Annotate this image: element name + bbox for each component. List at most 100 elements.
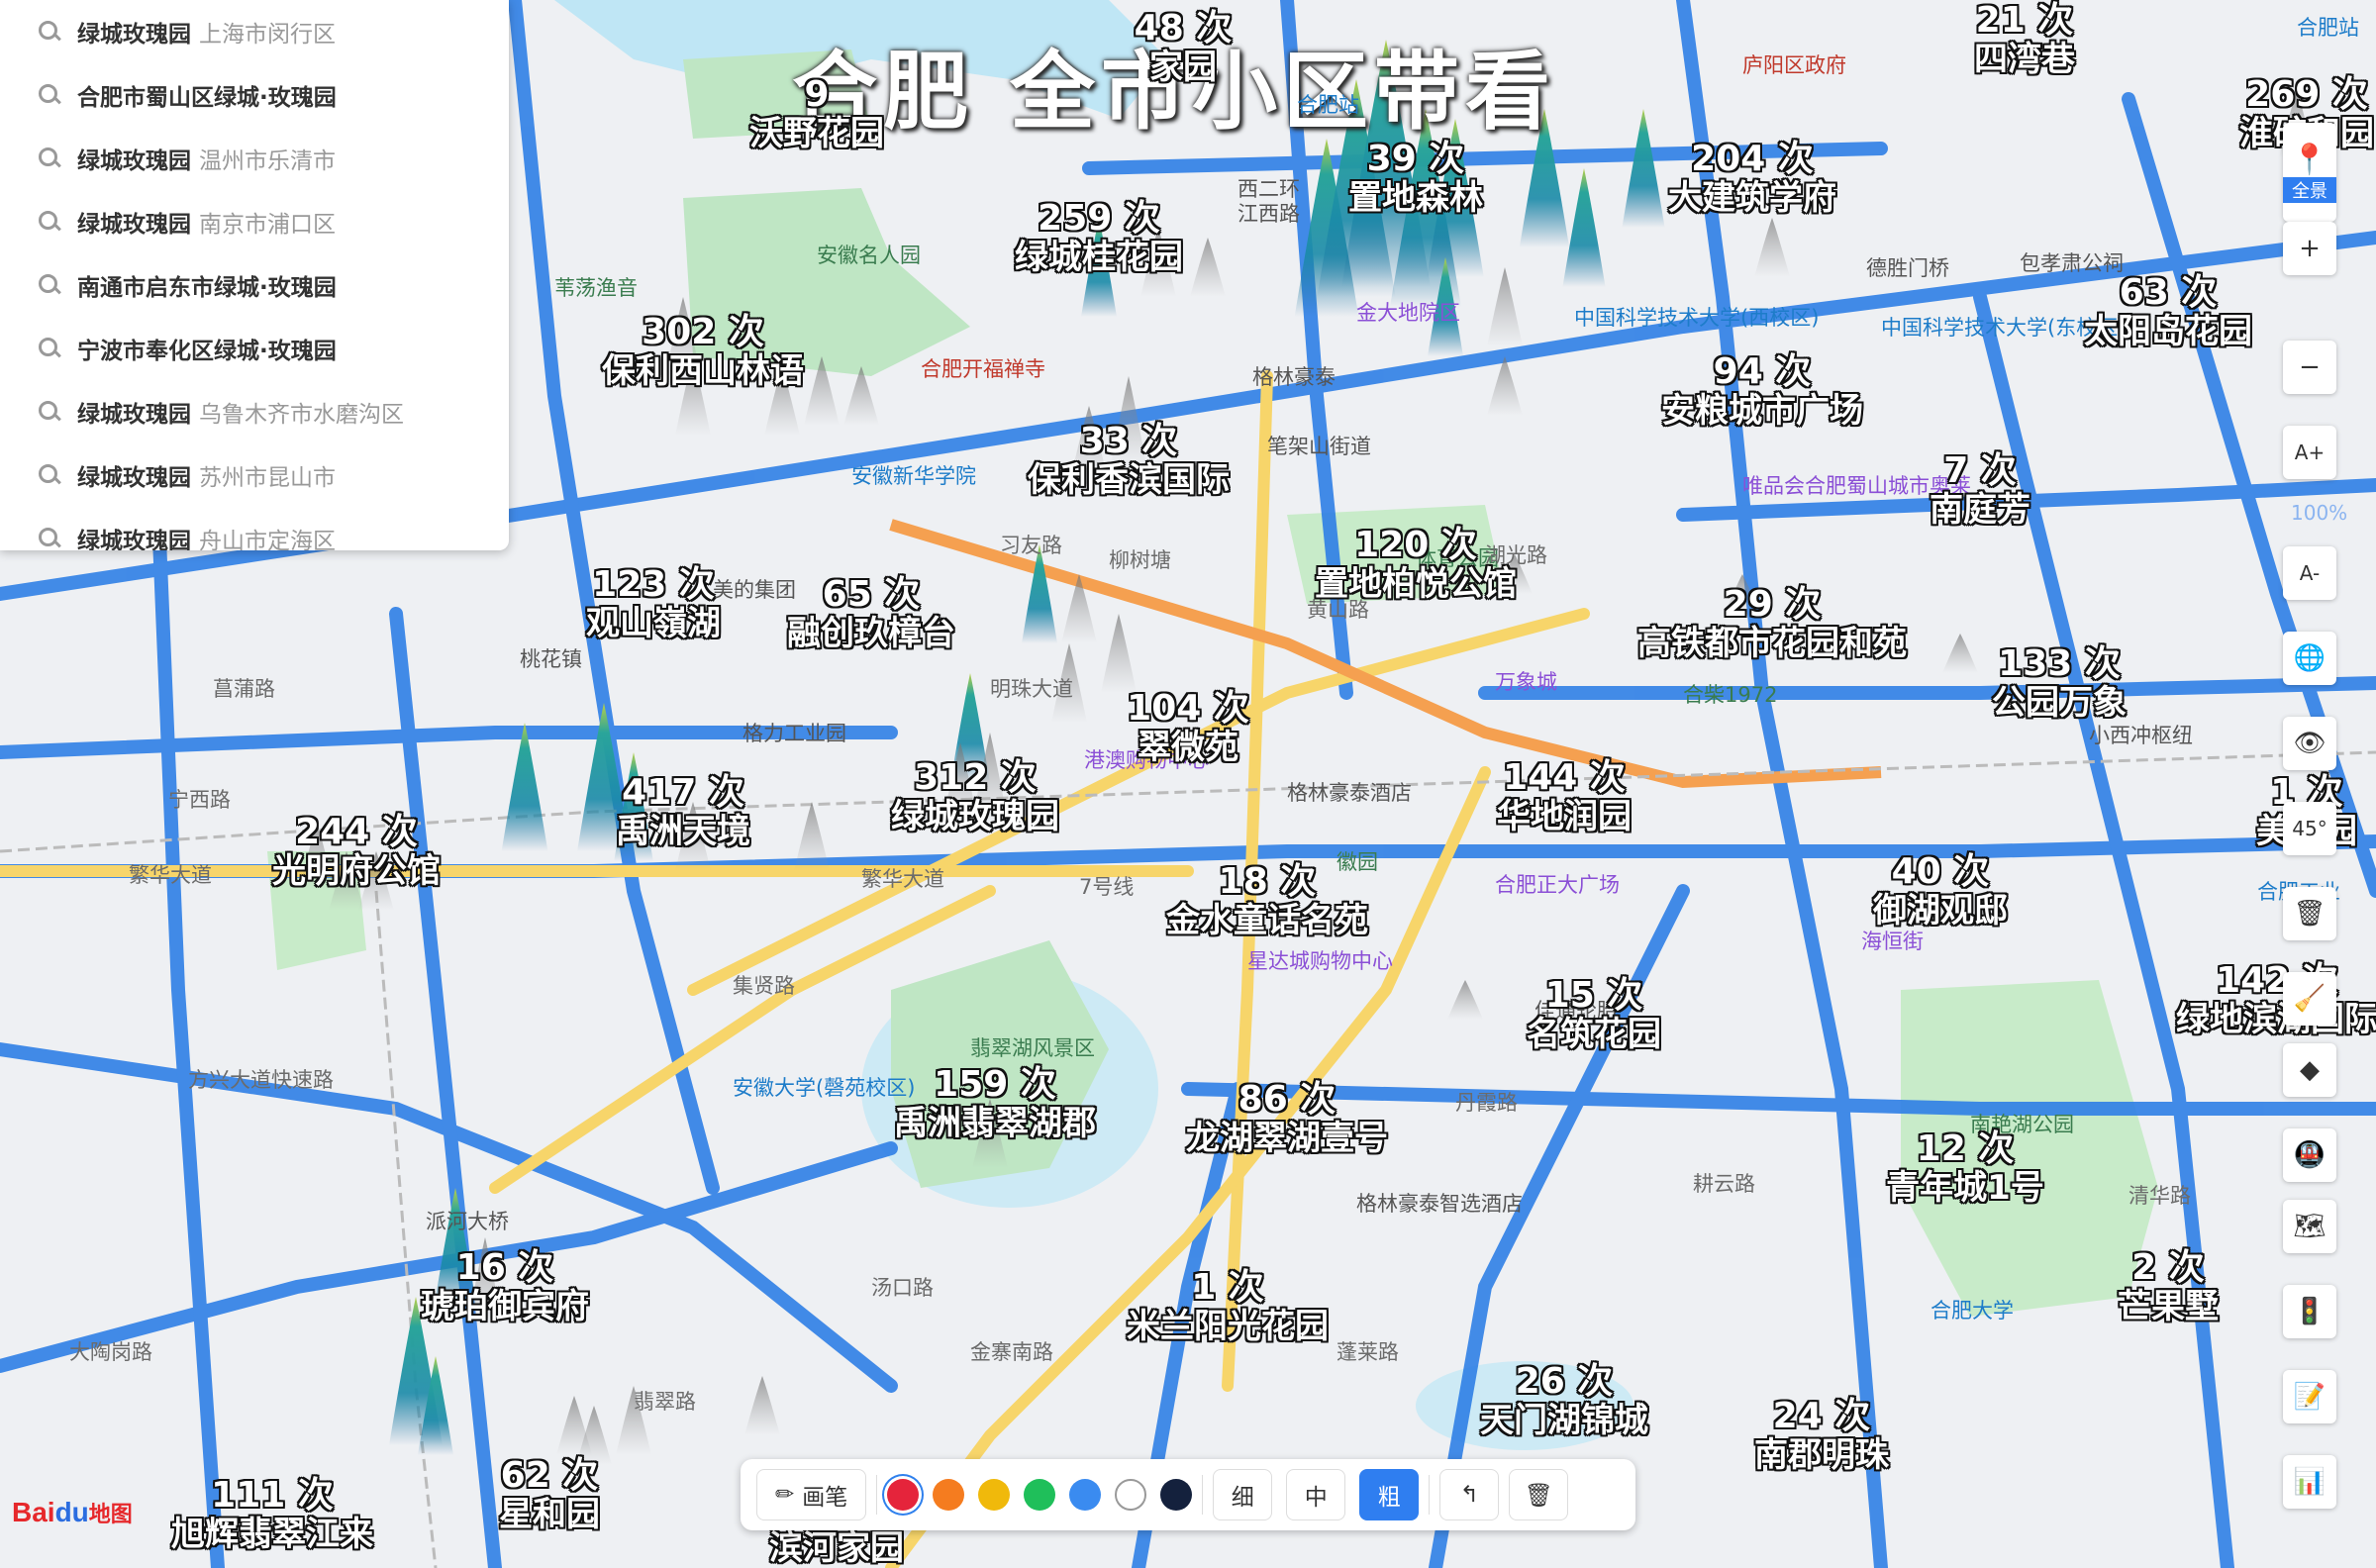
stroke-width-button[interactable]: 中 xyxy=(1286,1469,1346,1520)
font-increase-button[interactable]: A+ xyxy=(2283,426,2336,479)
poi-label[interactable]: 合肥大学 xyxy=(1930,1295,2014,1324)
poi-label[interactable]: 中国科学技术大学(西校区) xyxy=(1574,302,1819,332)
community-label[interactable]: 244 次光明府公馆 xyxy=(272,812,441,891)
color-swatch[interactable] xyxy=(887,1479,920,1511)
community-label[interactable]: 15 次名筑花园 xyxy=(1527,975,1661,1054)
subway-icon[interactable]: 🚇 xyxy=(2283,1128,2336,1182)
suggestion-item[interactable]: 宁波市奉化区绿城·玫瑰园 xyxy=(0,317,509,380)
pen-button[interactable]: ✏ 画笔 xyxy=(756,1469,867,1520)
community-label[interactable]: 133 次公园万象 xyxy=(1992,643,2127,723)
community-label[interactable]: 312 次绿城玫瑰园 xyxy=(891,757,1059,836)
community-label[interactable]: 7 次南庭芳 xyxy=(1930,450,2030,530)
community-label[interactable]: 144 次华地润园 xyxy=(1497,757,1632,836)
poi-label[interactable]: 苇荡渔音 xyxy=(554,272,638,302)
community-label[interactable]: 204 次大建筑学府 xyxy=(1668,139,1836,218)
suggestion-item[interactable]: 南通市启东市绿城·玫瑰园 xyxy=(0,253,509,317)
poi-label[interactable]: 合肥开福禅寺 xyxy=(921,353,1045,383)
community-label[interactable]: 111 次旭辉翡翠江来 xyxy=(171,1475,373,1554)
community-label[interactable]: 120 次置地柏悦公馆 xyxy=(1315,525,1517,604)
poi-label[interactable]: 格林豪泰 xyxy=(1252,361,1336,391)
community-label[interactable]: 16 次琥珀御宾府 xyxy=(421,1247,589,1326)
community-label[interactable]: 86 次龙湖翠湖壹号 xyxy=(1186,1079,1388,1158)
poi-label[interactable]: 合肥站 xyxy=(2297,12,2359,42)
community-label[interactable]: 48 次家园 xyxy=(1135,8,1233,87)
full-view-button[interactable]: 📍 全景 xyxy=(2283,123,2336,222)
poi-label[interactable]: 安徽大学(磬苑校区) xyxy=(733,1072,915,1102)
community-label[interactable]: 65 次融创玖樟台 xyxy=(787,574,955,653)
community-label[interactable]: 123 次观山嶺湖 xyxy=(586,564,721,643)
community-label[interactable]: 18 次金水童话名苑 xyxy=(1166,861,1368,940)
color-swatch[interactable] xyxy=(1024,1479,1056,1511)
community-label[interactable]: 29 次高铁都市花园和苑 xyxy=(1637,584,1907,663)
poi-label[interactable]: 格力工业园 xyxy=(742,718,846,747)
community-label[interactable]: 94 次安粮城市广场 xyxy=(1661,351,1863,431)
brush-icon[interactable]: 🧹 xyxy=(2283,972,2336,1026)
community-label[interactable]: 21 次四湾巷 xyxy=(1974,0,2075,79)
community-label[interactable]: 33 次保利香滨国际 xyxy=(1028,421,1230,500)
poi-label[interactable]: 合柴1972 xyxy=(1683,679,1777,709)
traffic-light-icon[interactable]: 🚦 xyxy=(2283,1285,2336,1338)
poi-label[interactable]: 合肥正大广场 xyxy=(1495,869,1620,899)
community-label[interactable]: 302 次保利西山林语 xyxy=(602,312,804,391)
poi-label[interactable]: 江西路 xyxy=(1238,198,1300,228)
poi-label[interactable]: 小西冲枢纽 xyxy=(2089,720,2193,749)
community-label[interactable]: 24 次南郡明珠 xyxy=(1754,1396,1889,1475)
suggestion-item[interactable]: 绿城玫瑰园 乌鲁木齐市水磨沟区 xyxy=(0,380,509,443)
layers-icon[interactable]: ◆ xyxy=(2283,1043,2336,1097)
font-decrease-button[interactable]: A- xyxy=(2283,546,2336,600)
poi-label[interactable]: 德胜门桥 xyxy=(1866,252,1949,282)
community-label[interactable]: 39 次置地森林 xyxy=(1348,139,1483,218)
suggestion-item[interactable]: 绿城玫瑰园 南京市浦口区 xyxy=(0,190,509,253)
suggestion-item[interactable]: 绿城玫瑰园 温州市乐清市 xyxy=(0,127,509,190)
community-label[interactable]: 417 次禹洲天境 xyxy=(616,772,750,851)
color-swatch[interactable] xyxy=(933,1479,965,1511)
community-label[interactable]: 62 次星和园 xyxy=(499,1455,600,1534)
poi-label[interactable]: 万象城 xyxy=(1495,666,1557,696)
poi-label[interactable]: 派河大桥 xyxy=(426,1206,509,1235)
globe-icon[interactable]: 🌐 xyxy=(2283,632,2336,685)
community-label[interactable]: 2 次芒果墅 xyxy=(2118,1247,2219,1326)
community-label[interactable]: 40 次御湖观邸 xyxy=(1873,851,2008,931)
poi-label[interactable]: 金大地院区 xyxy=(1356,297,1460,327)
poi-label[interactable]: 笔架山街道 xyxy=(1267,431,1371,460)
poi-label[interactable]: 格林豪泰智选酒店 xyxy=(1356,1188,1523,1218)
community-label[interactable]: 159 次禹洲翡翠湖郡 xyxy=(894,1064,1096,1143)
undo-icon[interactable]: ↰ xyxy=(1439,1469,1500,1520)
suggestion-item[interactable]: 绿城玫瑰园 苏州市昆山市 xyxy=(0,443,509,507)
color-swatch[interactable] xyxy=(1160,1479,1193,1511)
color-swatch[interactable] xyxy=(978,1479,1011,1511)
notes-icon[interactable]: 📝 xyxy=(2283,1370,2336,1423)
community-label[interactable]: 滨河家园 xyxy=(769,1528,904,1568)
suggestion-item[interactable]: 绿城玫瑰园 舟山市定海区 xyxy=(0,507,509,550)
poi-label[interactable]: 安徽名人园 xyxy=(817,240,921,269)
community-label[interactable]: 1 次米兰阳光花园 xyxy=(1127,1267,1329,1346)
trash-icon[interactable]: 🗑 xyxy=(2283,887,2336,940)
poi-label[interactable]: 桃花镇 xyxy=(520,643,582,673)
poi-label[interactable]: 美的集团 xyxy=(713,574,796,604)
clear-icon[interactable]: 🗑 xyxy=(1509,1469,1569,1520)
poi-label[interactable]: 星达城购物中心 xyxy=(1247,945,1393,975)
community-label[interactable]: 26 次天门湖锦城 xyxy=(1480,1361,1648,1440)
community-label[interactable]: 104 次翠微苑 xyxy=(1127,688,1249,767)
stroke-width-button[interactable]: 粗 xyxy=(1359,1469,1420,1520)
suggestion-item[interactable]: 合肥市蜀山区绿城·玫瑰园 xyxy=(0,63,509,127)
stroke-width-button[interactable]: 细 xyxy=(1213,1469,1273,1520)
tilt-button[interactable]: 45° xyxy=(2283,802,2336,855)
poi-label[interactable]: 庐阳区政府 xyxy=(1742,49,1846,79)
satellite-icon[interactable]: 🗺 xyxy=(2283,1200,2336,1253)
poi-label[interactable]: 格林豪泰酒店 xyxy=(1287,777,1412,807)
zoom-in-button[interactable]: + xyxy=(2283,222,2336,275)
suggestion-item[interactable]: 绿城玫瑰园 上海市闵行区 xyxy=(0,0,509,63)
community-label[interactable]: 9 沃野花园 xyxy=(749,74,884,153)
zoom-out-button[interactable]: − xyxy=(2283,341,2336,394)
poi-label[interactable]: 安徽新华学院 xyxy=(851,460,976,490)
community-label[interactable]: 259 次绿城桂花园 xyxy=(1015,198,1183,277)
community-label[interactable]: 63 次太阳岛花园 xyxy=(2084,272,2252,351)
community-label[interactable]: 142 次绿地滨湖国际 xyxy=(2176,960,2376,1039)
community-label[interactable]: 12 次青年城1号 xyxy=(1886,1128,2044,1208)
poi-label[interactable]: 合肥站 xyxy=(1297,89,1359,119)
color-swatch[interactable] xyxy=(1069,1479,1102,1511)
chart-icon[interactable]: 📊 xyxy=(2283,1455,2336,1509)
poi-label[interactable]: 翡翠湖风景区 xyxy=(970,1032,1095,1062)
eye-icon[interactable]: 👁 xyxy=(2283,717,2336,770)
